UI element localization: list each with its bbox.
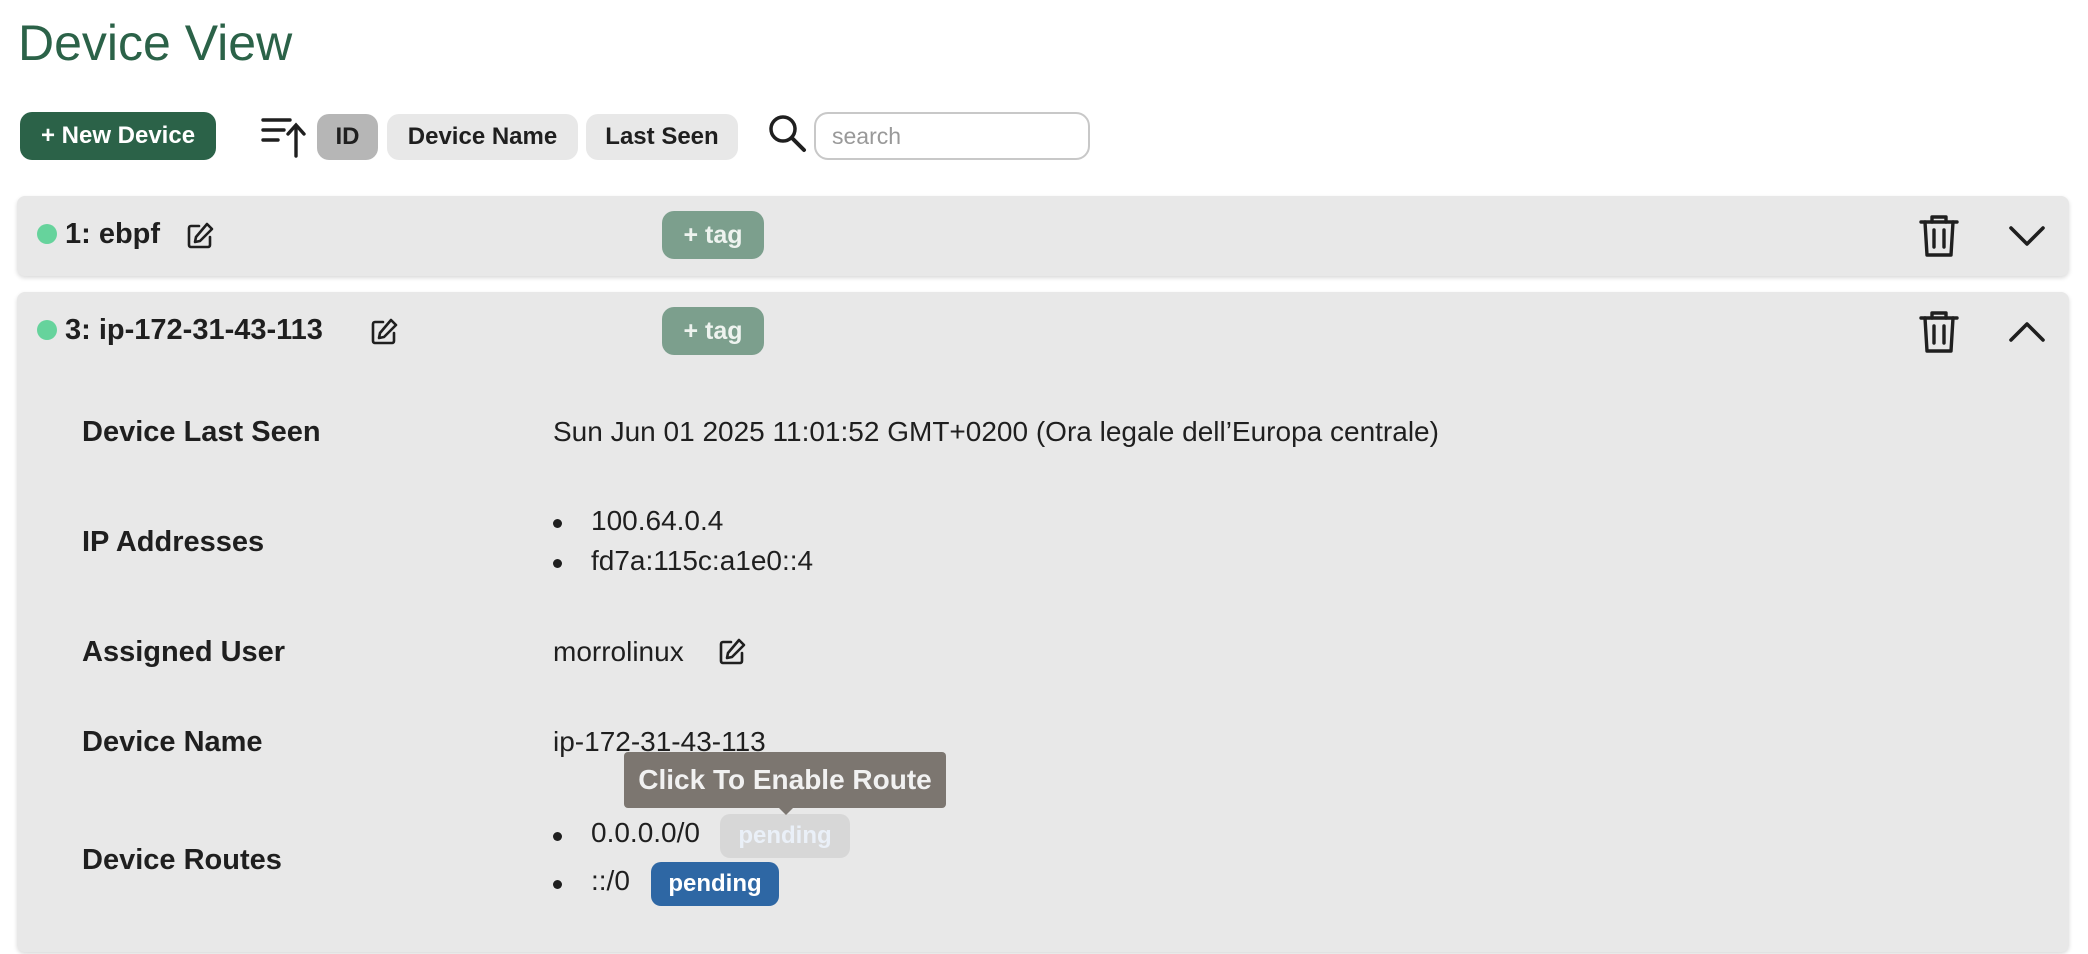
assigned-user-value: morrolinux <box>553 636 684 667</box>
assigned-user-label: Assigned User <box>82 636 286 668</box>
edit-user-icon[interactable] <box>717 637 747 667</box>
edit-icon[interactable] <box>369 317 399 347</box>
list-bullet <box>553 832 562 841</box>
last-seen-value: Sun Jun 01 2025 11:01:52 GMT+0200 (Ora l… <box>553 416 1439 447</box>
new-device-button[interactable]: + New Device <box>20 112 216 160</box>
route-pending-button[interactable]: pending <box>651 862 779 906</box>
sort-ascending-icon[interactable] <box>260 114 306 158</box>
trash-icon[interactable] <box>1919 213 1959 259</box>
edit-icon[interactable] <box>185 221 215 251</box>
device-title: 1: ebpf <box>65 218 161 250</box>
list-bullet <box>553 559 562 568</box>
sort-by-id-chip[interactable]: ID <box>317 114 378 160</box>
route-pending-button[interactable]: pending <box>720 814 850 858</box>
online-status-indicator <box>37 224 57 244</box>
trash-icon[interactable] <box>1919 309 1959 355</box>
add-tag-button[interactable]: + tag <box>662 307 764 355</box>
device-routes-label: Device Routes <box>82 844 282 876</box>
add-tag-button[interactable]: + tag <box>662 211 764 259</box>
last-seen-label: Device Last Seen <box>82 416 321 448</box>
device-title: 3: ip-172-31-43-113 <box>65 314 323 346</box>
device-card: 3: ip-172-31-43-113 + tag Device Last Se… <box>17 292 2069 952</box>
ip-addresses-label: IP Addresses <box>82 526 265 558</box>
list-bullet <box>553 880 562 889</box>
ip-address-item: fd7a:115c:a1e0::4 <box>591 545 814 576</box>
device-card: 1: ebpf + tag <box>17 196 2069 276</box>
chevron-down-icon[interactable] <box>2007 222 2047 250</box>
tooltip-arrow <box>779 808 793 815</box>
page-title: Device View <box>18 15 293 71</box>
device-name-label: Device Name <box>82 726 263 758</box>
sort-by-device-name-chip[interactable]: Device Name <box>387 114 578 160</box>
search-icon <box>769 115 806 152</box>
ip-address-item: 100.64.0.4 <box>591 505 724 536</box>
route-item: ::/0 <box>591 865 630 896</box>
list-bullet <box>553 519 562 528</box>
sort-by-last-seen-chip[interactable]: Last Seen <box>586 114 738 160</box>
route-item: 0.0.0.0/0 <box>591 817 700 848</box>
search-input[interactable] <box>814 112 1090 160</box>
chevron-up-icon[interactable] <box>2007 318 2047 346</box>
route-tooltip: Click To Enable Route <box>624 752 946 808</box>
toolbar: + New Device ID Device Name Last Seen <box>20 112 1120 162</box>
online-status-indicator <box>37 320 57 340</box>
